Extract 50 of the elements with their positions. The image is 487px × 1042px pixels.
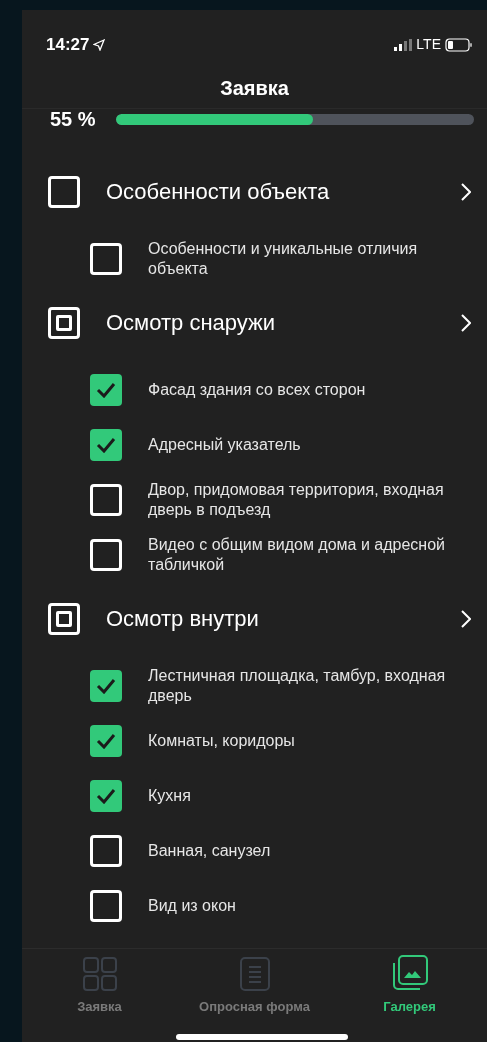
checkmark-icon <box>96 733 116 749</box>
section-title: Осмотр внутри <box>106 605 260 633</box>
item-label: Особенности и уникальные отличия объекта <box>148 239 419 279</box>
grid-icon <box>82 956 117 991</box>
item-checkbox[interactable] <box>90 374 122 406</box>
section-header[interactable]: Осмотр внутри <box>22 596 487 641</box>
section-title: Особенности объекта <box>106 178 331 206</box>
item-checkbox[interactable] <box>90 670 122 702</box>
screen-title: Заявка <box>220 76 289 102</box>
item-checkbox[interactable] <box>90 725 122 757</box>
item-label: Фасад здания со всех сторон <box>148 380 366 400</box>
progress-reading: 55 % <box>50 107 96 132</box>
item-label: Адресный указатель <box>148 435 301 455</box>
item-label: Комнаты, коридоры <box>148 731 295 751</box>
checkmark-icon <box>96 678 116 694</box>
item-checkbox[interactable] <box>90 539 122 571</box>
chevron-right-icon <box>461 609 471 628</box>
gallery-icon <box>391 954 428 991</box>
checkmark-icon <box>96 437 116 453</box>
checkmark-icon <box>96 382 116 398</box>
tab-button[interactable]: Галерея <box>332 954 487 1016</box>
document-icon <box>239 956 270 991</box>
status-time: 14:27 <box>46 33 90 56</box>
network-label: LTE <box>416 35 441 55</box>
chevron-right-icon <box>461 313 471 332</box>
signal-icon <box>394 38 413 51</box>
location-arrow-icon <box>93 38 106 51</box>
item-checkbox[interactable] <box>90 835 122 867</box>
section-checkbox[interactable] <box>48 175 80 208</box>
battery-icon <box>445 37 473 52</box>
item-label: Вид из окон <box>148 896 236 916</box>
item-checkbox[interactable] <box>90 484 122 516</box>
item-checkbox[interactable] <box>90 780 122 812</box>
item-label: Лестничная площадка, тамбур, входная дверь <box>148 666 447 706</box>
item-label: Ванная, санузел <box>148 841 271 861</box>
item-label: Кухня <box>148 786 191 806</box>
section-checkbox[interactable] <box>48 602 80 635</box>
item-checkbox[interactable] <box>90 243 122 275</box>
section-header[interactable]: Осмотр снаружи <box>22 300 487 345</box>
checkmark-icon <box>96 788 116 804</box>
chevron-right-icon <box>461 182 471 201</box>
tab-button[interactable]: Заявка <box>22 954 177 1016</box>
item-label: Видео с общим видом дома и адресной табличкой <box>148 535 447 575</box>
section-title: Осмотр снаружи <box>106 309 277 337</box>
item-checkbox[interactable] <box>90 890 122 922</box>
item-label: Двор, придомовая территория, входная дверь в подъезд <box>148 480 445 520</box>
item-checkbox[interactable] <box>90 429 122 461</box>
section-checkbox[interactable] <box>48 306 80 339</box>
tab-button[interactable]: Опросная форма <box>177 954 332 1016</box>
section-header[interactable]: Особенности объекта <box>22 169 487 214</box>
